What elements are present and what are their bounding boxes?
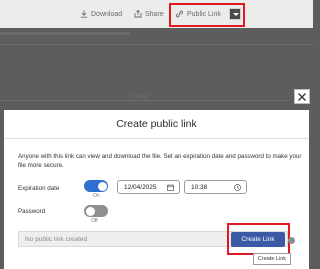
calendar-icon bbox=[167, 184, 174, 191]
password-label: Password bbox=[18, 208, 46, 215]
create-link-highlight bbox=[227, 223, 290, 255]
background-divider bbox=[0, 44, 313, 45]
password-toggle-state: Off bbox=[91, 218, 98, 224]
public-link-placeholder: No public link created bbox=[25, 235, 88, 243]
expiration-toggle-state: On bbox=[93, 193, 100, 199]
password-toggle[interactable] bbox=[84, 205, 108, 217]
create-link-tooltip: Create Link bbox=[253, 253, 291, 265]
clock-icon bbox=[234, 184, 241, 191]
download-icon bbox=[80, 10, 88, 18]
time-value: 10:38 bbox=[191, 183, 208, 191]
toggle-knob bbox=[85, 206, 95, 216]
expiration-date-input[interactable]: 12/04/2025 bbox=[117, 180, 180, 194]
share-label: Share bbox=[145, 10, 164, 18]
background-divider bbox=[0, 100, 290, 101]
date-value: 12/04/2025 bbox=[124, 183, 157, 191]
file-toolbar: Download Share Public Link bbox=[0, 0, 313, 28]
expiration-time-input[interactable]: 10:38 bbox=[184, 180, 247, 194]
public-link-highlight bbox=[169, 3, 245, 27]
download-label: Download bbox=[91, 10, 123, 18]
background-ghost-bar bbox=[0, 32, 130, 35]
expiration-date-label: Expiration date bbox=[18, 185, 60, 192]
dialog-title: Create public link bbox=[4, 110, 309, 139]
toggle-knob bbox=[97, 181, 107, 191]
info-icon[interactable] bbox=[288, 237, 295, 244]
share-icon bbox=[134, 10, 142, 18]
close-button[interactable] bbox=[294, 89, 310, 104]
close-icon bbox=[298, 92, 306, 101]
expiration-toggle[interactable] bbox=[84, 180, 108, 192]
share-button[interactable]: Share bbox=[134, 7, 164, 21]
dialog-description: Anyone with this link can view and downl… bbox=[18, 153, 302, 169]
download-button[interactable]: Download bbox=[80, 7, 122, 21]
